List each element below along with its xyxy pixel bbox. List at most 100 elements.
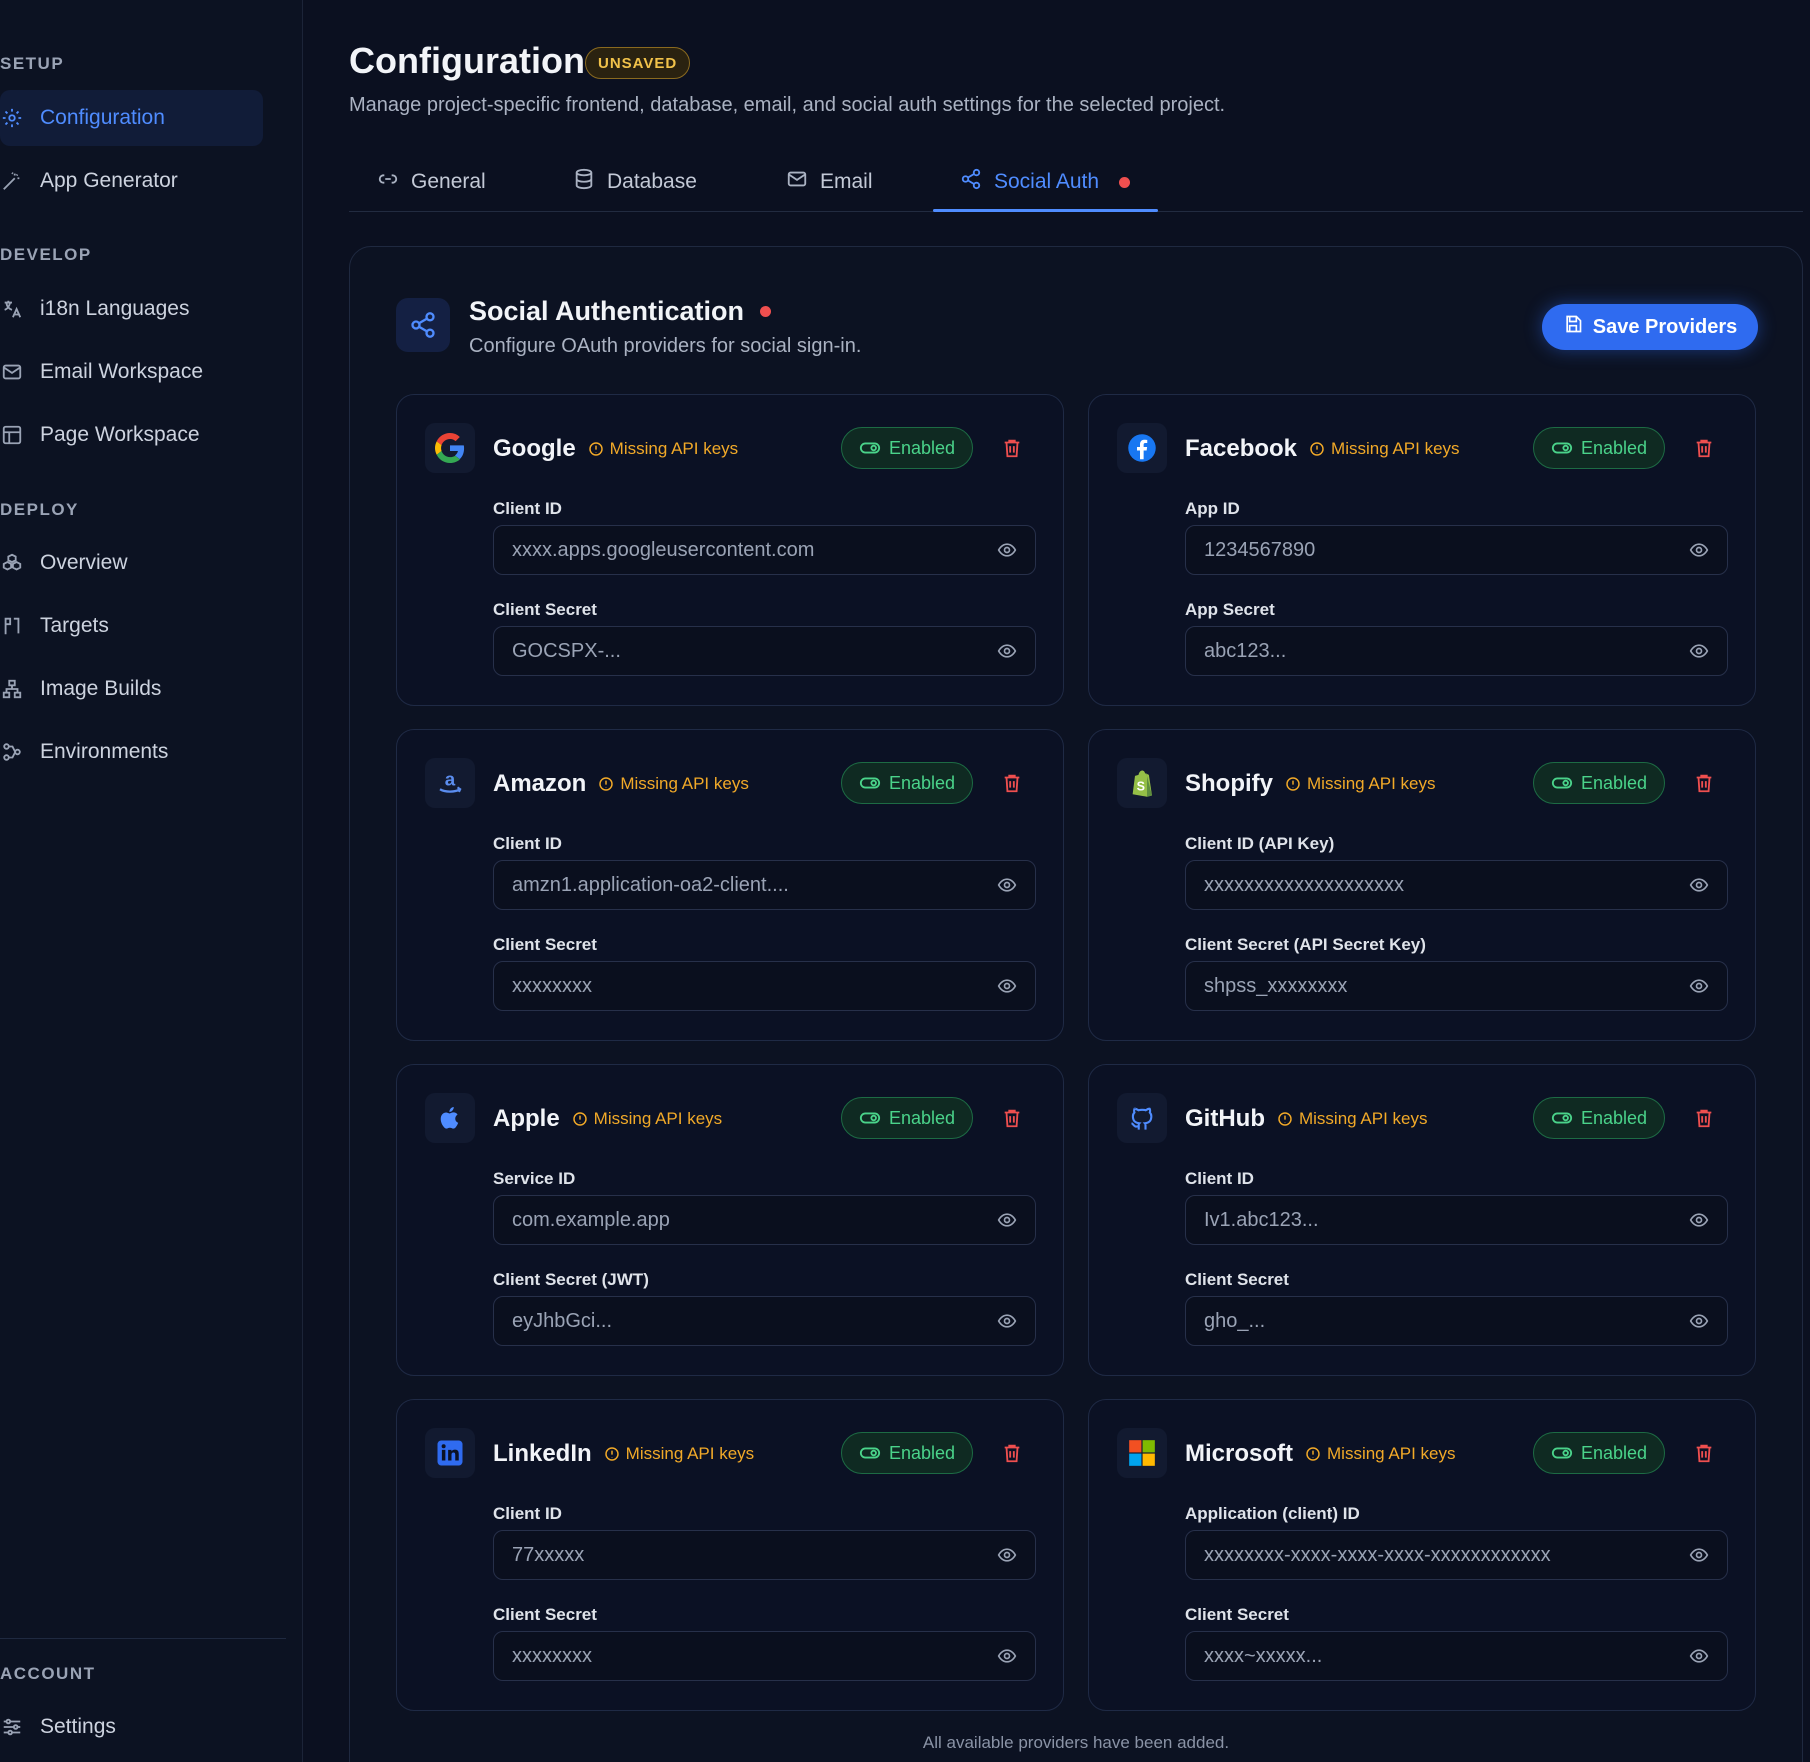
eye-icon[interactable]	[1689, 875, 1709, 895]
missing-keys-warning: Missing API keys	[572, 1109, 723, 1129]
sidebar-item-configuration[interactable]: Configuration	[0, 90, 263, 146]
credential-input[interactable]: 1234567890	[1185, 525, 1728, 575]
enabled-toggle[interactable]: Enabled	[1533, 762, 1665, 804]
trash-icon[interactable]	[1001, 1107, 1023, 1134]
secret-input[interactable]: gho_...	[1185, 1296, 1728, 1346]
sidebar-item-targets[interactable]: Targets	[0, 598, 263, 654]
sidebar-item-overview[interactable]: Overview	[0, 535, 263, 591]
input-value: 77xxxxx	[512, 1543, 585, 1566]
warning-text: Missing API keys	[593, 1109, 723, 1128]
tab-label: Social Auth	[994, 170, 1100, 193]
credential-input[interactable]: xxxxxxxx-xxxx-xxxx-xxxx-xxxxxxxxxxxx	[1185, 1530, 1728, 1580]
eye-icon[interactable]	[1689, 1646, 1709, 1666]
enabled-toggle[interactable]: Enabled	[1533, 1097, 1665, 1139]
enabled-toggle[interactable]: Enabled	[841, 1097, 973, 1139]
credential-input[interactable]: xxxx.apps.googleusercontent.com	[493, 525, 1036, 575]
eye-icon[interactable]	[1689, 1311, 1709, 1331]
trash-icon[interactable]	[1693, 437, 1715, 464]
eye-icon[interactable]	[997, 1545, 1017, 1565]
input-value: xxxxxxxx-xxxx-xxxx-xxxx-xxxxxxxxxxxx	[1204, 1543, 1551, 1566]
input-value: shpss_xxxxxxxx	[1204, 974, 1348, 997]
trash-icon[interactable]	[1693, 1107, 1715, 1134]
eye-icon[interactable]	[997, 641, 1017, 661]
trash-icon[interactable]	[1693, 772, 1715, 799]
field-label: Client Secret	[493, 600, 597, 619]
sidebar-item-label: App Generator	[40, 169, 178, 192]
provider-name: Google	[493, 435, 576, 462]
unsaved-badge: UNSAVED	[585, 47, 691, 79]
wand-icon	[0, 169, 24, 193]
translate-icon	[0, 297, 24, 321]
trash-icon[interactable]	[1693, 1442, 1715, 1469]
eye-icon[interactable]	[997, 976, 1017, 996]
eye-icon[interactable]	[1689, 540, 1709, 560]
eye-icon[interactable]	[1689, 641, 1709, 661]
boxes-icon	[0, 551, 24, 575]
credential-input[interactable]: 77xxxxx	[493, 1530, 1036, 1580]
sidebar-item-settings[interactable]: Settings	[0, 1699, 263, 1755]
enabled-toggle[interactable]: Enabled	[1533, 427, 1665, 469]
input-value: xxxxxxxxxxxxxxxxxxxx	[1204, 873, 1404, 896]
sidebar-item-page-workspace[interactable]: Page Workspace	[0, 407, 263, 463]
provider-card-shopify: S Shopify Missing API keys Enabled Client ID…	[1088, 729, 1756, 1041]
provider-name: Amazon	[493, 770, 587, 797]
panel-subtitle: Configure OAuth providers for social sig…	[469, 335, 862, 357]
sidebar-section-deploy: DEPLOY	[0, 500, 79, 519]
eye-icon[interactable]	[1689, 1545, 1709, 1565]
enabled-label: Enabled	[1580, 772, 1648, 793]
linkedin-logo-icon	[425, 1428, 475, 1478]
field-label: Client ID	[1185, 1169, 1254, 1188]
warning-text: Missing API keys	[620, 774, 749, 793]
sidebar-item-i18n-languages[interactable]: i18n Languages	[0, 281, 263, 337]
credential-input[interactable]: xxxxxxxxxxxxxxxxxxxx	[1185, 860, 1728, 910]
enabled-toggle[interactable]: Enabled	[841, 1432, 973, 1474]
credential-input[interactable]: amzn1.application-oa2-client....	[493, 860, 1036, 910]
trash-icon[interactable]	[1001, 772, 1023, 799]
footer-note: All available providers have been added.	[922, 1733, 1230, 1752]
tab-database[interactable]: Database	[573, 152, 697, 212]
facebook-logo-icon	[1117, 423, 1167, 473]
sidebar-item-email-workspace[interactable]: Email Workspace	[0, 344, 263, 400]
secret-input[interactable]: abc123...	[1185, 626, 1728, 676]
tab-email[interactable]: Email	[786, 152, 873, 212]
sidebar-item-environments[interactable]: Environments	[0, 724, 263, 780]
eye-icon[interactable]	[1689, 1210, 1709, 1230]
enabled-toggle[interactable]: Enabled	[841, 762, 973, 804]
sidebar-item-image-builds[interactable]: Image Builds	[0, 661, 263, 717]
warning-icon	[604, 1446, 620, 1462]
eye-icon[interactable]	[997, 1311, 1017, 1331]
provider-header: Apple Missing API keys	[493, 1105, 722, 1133]
secret-input[interactable]: xxxx~xxxxx...	[1185, 1631, 1728, 1681]
trash-icon[interactable]	[1001, 437, 1023, 464]
enabled-toggle[interactable]: Enabled	[841, 427, 973, 469]
credential-input[interactable]: Iv1.abc123...	[1185, 1195, 1728, 1245]
gear-icon	[0, 106, 24, 130]
enabled-toggle[interactable]: Enabled	[1533, 1432, 1665, 1474]
sidebar-item-label: Environments	[40, 740, 169, 763]
eye-icon[interactable]	[997, 875, 1017, 895]
toggle-icon	[1551, 1442, 1573, 1464]
panel-title: Social Authentication	[469, 296, 772, 327]
eye-icon[interactable]	[997, 540, 1017, 560]
missing-keys-warning: Missing API keys	[1309, 439, 1460, 459]
save-providers-button[interactable]: Save Providers	[1542, 304, 1758, 350]
database-icon	[573, 168, 595, 196]
sidebar-item-app-generator[interactable]: App Generator	[0, 153, 263, 209]
eye-icon[interactable]	[1689, 976, 1709, 996]
secret-input[interactable]: xxxxxxxx	[493, 961, 1036, 1011]
tab-social-auth[interactable]: Social Auth	[960, 152, 1131, 212]
secret-input[interactable]: GOCSPX-...	[493, 626, 1036, 676]
tab-general[interactable]: General	[377, 152, 486, 212]
input-value: Iv1.abc123...	[1204, 1208, 1319, 1231]
enabled-label: Enabled	[888, 1442, 956, 1463]
secret-input[interactable]: shpss_xxxxxxxx	[1185, 961, 1728, 1011]
secret-input[interactable]: eyJhbGci...	[493, 1296, 1036, 1346]
eye-icon[interactable]	[997, 1210, 1017, 1230]
eye-icon[interactable]	[997, 1646, 1017, 1666]
input-value: xxxx~xxxxx...	[1204, 1644, 1323, 1667]
secret-input[interactable]: xxxxxxxx	[493, 1631, 1036, 1681]
trash-icon[interactable]	[1001, 1442, 1023, 1469]
github-logo-icon	[1117, 1093, 1167, 1143]
sidebar-item-label: Email Workspace	[40, 360, 203, 383]
credential-input[interactable]: com.example.app	[493, 1195, 1036, 1245]
